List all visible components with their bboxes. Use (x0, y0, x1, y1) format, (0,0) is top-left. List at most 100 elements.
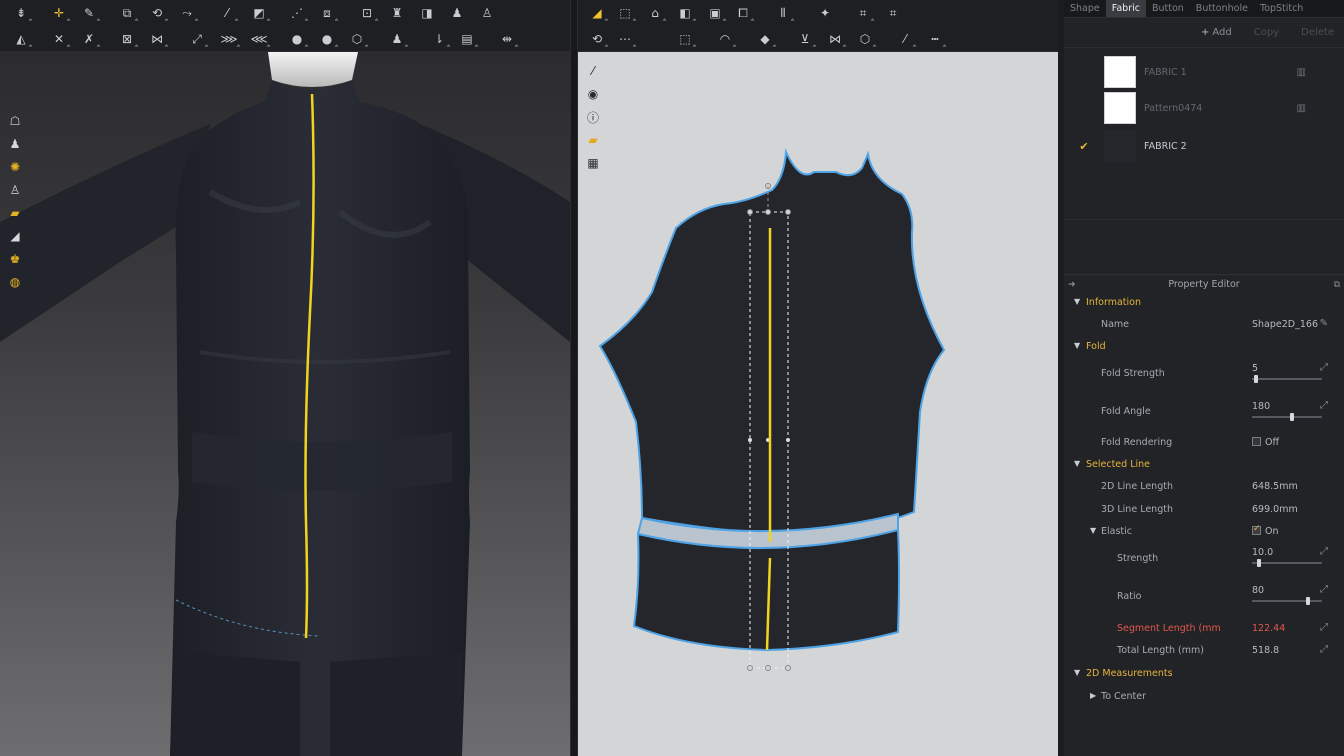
bodice-pattern-piece[interactable] (598, 148, 946, 536)
fit-icon[interactable]: ♟ (448, 4, 466, 22)
brush-icon[interactable]: ⁄ (218, 4, 236, 22)
bbox-handle[interactable] (765, 665, 771, 671)
elastic-checkbox[interactable] (1252, 524, 1261, 535)
fold-sewing-icon[interactable]: ⬚ (676, 30, 694, 48)
pin-icon[interactable]: ⤢ (1320, 546, 1328, 557)
elastic-icon[interactable]: ◆ (756, 30, 774, 48)
pin-icon[interactable]: ◭ (12, 30, 30, 48)
extra-avatar-icon[interactable]: ♙ (478, 4, 496, 22)
wand-icon[interactable]: ⁄ (584, 62, 602, 80)
ruler-icon[interactable]: ⁄ (896, 30, 914, 48)
free-sewing-icon[interactable]: ⋯ (616, 30, 634, 48)
snapshot-icon[interactable]: ◨ (418, 4, 436, 22)
topstitch-icon[interactable]: ♟ (388, 30, 406, 48)
grid-icon[interactable]: ⌗ (854, 4, 872, 22)
remove-pin-icon[interactable]: ✕ (50, 30, 68, 48)
bbox-handle[interactable] (785, 665, 791, 671)
section-fold[interactable]: ▼ Fold (1064, 338, 1344, 358)
bbox-handle[interactable] (747, 665, 753, 671)
segment-sewing-icon[interactable]: ⟲ (588, 30, 606, 48)
name-value-field[interactable]: Shape2D_166 (1252, 319, 1318, 330)
remove-strap-icon[interactable]: ⊠ (118, 30, 136, 48)
fold-angle-slider[interactable] (1252, 413, 1322, 421)
gear-sun-icon[interactable]: ✺ (6, 158, 24, 175)
check-sewing-icon[interactable]: ◠ (716, 30, 734, 48)
section-information[interactable]: ▼ Information (1064, 294, 1344, 314)
fabric-item-selected[interactable]: ✔ FABRIC 2 (1064, 128, 1344, 164)
sim-icon[interactable]: ⧈ (318, 4, 336, 22)
elastic-strength-value[interactable]: 10.0 (1252, 547, 1273, 558)
elastic-strength-slider[interactable] (1252, 559, 1322, 567)
section-2d-measurements[interactable]: ▼ 2D Measurements (1064, 665, 1344, 685)
bbox-handle[interactable] (786, 438, 790, 442)
bbox-handle[interactable] (747, 209, 753, 215)
fold-rendering-checkbox[interactable] (1252, 437, 1261, 446)
fold-angle-value[interactable]: 180 (1252, 401, 1270, 412)
button-icon[interactable]: ⋘ (250, 30, 268, 48)
avatar-icon[interactable]: ♙ (6, 181, 24, 198)
tab-shape[interactable]: Shape (1064, 0, 1106, 17)
strap-icon[interactable]: ✗ (80, 30, 98, 48)
texture-icon[interactable]: ⇂ (430, 30, 448, 48)
fold-arrange-icon[interactable]: ⧉ (118, 4, 136, 22)
arrange-icon[interactable]: ⟲ (148, 4, 166, 22)
grid-alt-icon[interactable]: ⌗ (884, 4, 902, 22)
rectangle-icon[interactable]: ▣ (706, 4, 724, 22)
internal-line-icon[interactable]: ⫴ (774, 4, 792, 22)
tacking-icon[interactable]: ⋙ (220, 30, 238, 48)
edit-pin-icon[interactable]: ✎ (80, 4, 98, 22)
garment-icon[interactable]: ♟ (6, 135, 24, 152)
tab-button[interactable]: Button (1146, 0, 1190, 17)
fabric-item[interactable]: Pattern0474 ▥ (1064, 90, 1344, 126)
shirt-icon[interactable]: ◩ (250, 4, 268, 22)
swatch-icon[interactable]: ▰ (584, 131, 602, 149)
caret-down-icon[interactable]: ▼ (1090, 526, 1096, 535)
layer-icon[interactable]: ⋰ (288, 4, 306, 22)
gather-icon[interactable]: ⤢ (188, 30, 206, 48)
globe-icon[interactable]: ◍ (6, 273, 24, 290)
slider-knob[interactable] (1257, 559, 1261, 567)
total-length-value[interactable]: 518.8 (1252, 645, 1279, 656)
avatar-gold-icon[interactable]: ♚ (6, 250, 24, 267)
copy-fabric-button[interactable]: Copy (1254, 27, 1279, 38)
select-mesh-icon[interactable]: ⇟ (12, 4, 30, 22)
slider-knob[interactable] (1289, 413, 1294, 421)
hanger-icon[interactable]: ☖ (6, 112, 24, 129)
pin-icon[interactable]: ⤢ (1320, 362, 1328, 373)
section-selected-line[interactable]: ▼ Selected Line (1064, 456, 1344, 476)
zipper-icon[interactable]: ● (318, 30, 336, 48)
dart-icon[interactable]: ⊻ (796, 30, 814, 48)
eye-icon[interactable]: ◉ (584, 85, 602, 103)
tab-topstitch[interactable]: TopStitch (1254, 0, 1309, 17)
transform-icon[interactable]: ✛ (50, 4, 68, 22)
info-icon[interactable]: ⓘ (584, 108, 602, 126)
tack-icon[interactable]: ⤳ (178, 4, 196, 22)
rotate-icon[interactable]: ⬡ (856, 30, 874, 48)
slider-knob[interactable] (1254, 375, 1259, 383)
fabric-item[interactable]: FABRIC 1 ▥ (1064, 54, 1344, 90)
grid-small-icon[interactable]: ▦ (584, 154, 602, 172)
add-fabric-button[interactable]: + Add (1201, 27, 1232, 38)
segment-length-value[interactable]: 122.44 (1252, 623, 1285, 634)
fold-strength-slider[interactable] (1252, 375, 1322, 383)
slider-knob[interactable] (1306, 597, 1310, 605)
puckering-icon[interactable]: ⋈ (148, 30, 166, 48)
trace-icon[interactable]: ✦ (816, 4, 834, 22)
trace-3d-icon[interactable]: ⇹ (498, 30, 516, 48)
collapse-arrow-icon[interactable]: ➜ (1068, 280, 1076, 290)
delete-fabric-button[interactable]: Delete (1301, 27, 1334, 38)
tab-buttonhole[interactable]: Buttonhole (1190, 0, 1254, 17)
shoe-icon[interactable]: ◢ (6, 227, 24, 244)
add-point-icon[interactable]: ⌂ (646, 4, 664, 22)
fold-icon[interactable]: ⬡ (348, 30, 366, 48)
transform-pattern-icon[interactable]: ⬚ (616, 4, 634, 22)
viewport-2d[interactable]: ⁄ ◉ ⓘ ▰ ▦ (578, 52, 1058, 756)
measure-icon[interactable]: ♜ (388, 4, 406, 22)
pin-icon[interactable]: ⤢ (1320, 584, 1328, 595)
bbox-handle[interactable] (765, 209, 771, 215)
bbox-handle[interactable] (785, 209, 791, 215)
trash-icon[interactable]: ▥ (1297, 67, 1306, 78)
pin-icon[interactable]: ⤢ (1320, 622, 1328, 633)
pin-icon[interactable]: ⤢ (1320, 644, 1328, 655)
avatar-arrange-icon[interactable]: ⊡ (358, 4, 376, 22)
